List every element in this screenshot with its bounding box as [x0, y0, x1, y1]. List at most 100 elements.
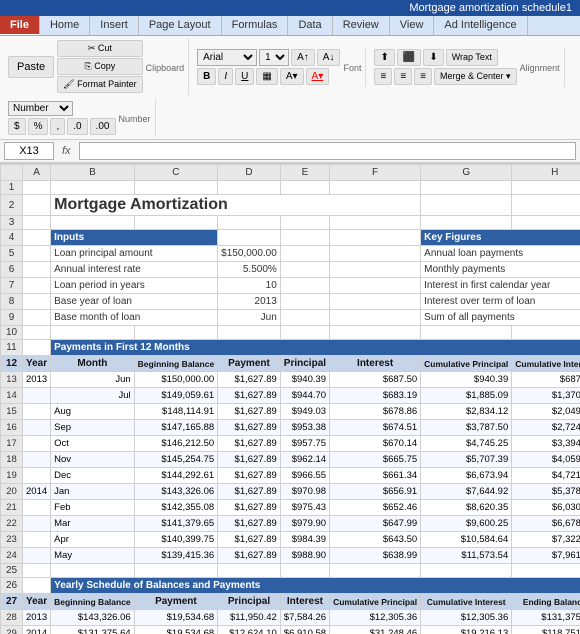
payment-row-5: 18 Nov $145,254.75 $1,627.89 $962.14 $66…	[1, 452, 580, 468]
row-num-15: 15	[1, 404, 23, 420]
yh-end-balance: Ending Balance	[512, 594, 580, 610]
col-header-c[interactable]: C	[134, 165, 218, 181]
col-header-e[interactable]: E	[280, 165, 329, 181]
input-label-1[interactable]: Annual interest rate	[51, 262, 218, 278]
align-center-button[interactable]: ≡	[394, 68, 412, 85]
tab-page-layout[interactable]: Page Layout	[139, 16, 222, 35]
spreadsheet: A B C D E F G H I J 1 2 Mortgage A	[0, 164, 580, 634]
decrease-font-button[interactable]: A↓	[317, 49, 341, 66]
payment-row-8: 21 Feb $142,355.08 $1,627.89 $975.43 $65…	[1, 500, 580, 516]
yearly-section-header: Yearly Schedule of Balances and Payments	[51, 578, 580, 594]
row-num-11: 11	[1, 340, 23, 356]
tab-formulas[interactable]: Formulas	[222, 16, 289, 35]
tab-review[interactable]: Review	[333, 16, 390, 35]
increase-font-button[interactable]: A↑	[291, 49, 315, 66]
col-header-g[interactable]: G	[421, 165, 512, 181]
tab-insert[interactable]: Insert	[90, 16, 139, 35]
row-num-5: 5	[1, 246, 23, 262]
input-label-0[interactable]: Loan principal amount	[51, 246, 218, 262]
number-label: Number	[119, 114, 151, 124]
toolbar: Mortgage amortization schedule1 File Hom…	[0, 0, 580, 164]
row-num-17: 17	[1, 436, 23, 452]
row-num-9: 9	[1, 310, 23, 326]
input-value-1[interactable]: 5.500%	[218, 262, 281, 278]
align-middle-button[interactable]: ⬛	[397, 49, 421, 66]
row-6: 6 Annual interest rate 5.500% Monthly pa…	[1, 262, 580, 278]
font-color-button[interactable]: A▾	[306, 68, 330, 85]
payment-row-9: 22 Mar $141,379.65 $1,627.89 $979.90 $64…	[1, 516, 580, 532]
row-25: 25	[1, 564, 580, 578]
align-left-button[interactable]: ≡	[374, 68, 392, 85]
align-top-button[interactable]: ⬆	[374, 49, 394, 66]
row-num-25: 25	[1, 564, 23, 578]
kf-label-1: Monthly payments	[421, 262, 580, 278]
font-select[interactable]: Arial	[197, 49, 257, 66]
tab-view[interactable]: View	[390, 16, 435, 35]
tab-ad-intelligence[interactable]: Ad Intelligence	[434, 16, 527, 35]
kf-label-0: Annual loan payments	[421, 246, 580, 262]
input-label-2[interactable]: Loan period in years	[51, 278, 218, 294]
input-value-4[interactable]: Jun	[218, 310, 281, 326]
cell-reference-input[interactable]	[4, 142, 54, 160]
paste-button[interactable]: Paste	[8, 56, 54, 78]
ribbon-tabs: File Home Insert Page Layout Formulas Da…	[0, 16, 580, 36]
increase-decimal-button[interactable]: .0	[67, 118, 87, 135]
col-header-h[interactable]: H	[512, 165, 580, 181]
merge-center-button[interactable]: Merge & Center ▾	[434, 68, 517, 85]
fill-color-button[interactable]: A▾	[280, 68, 304, 85]
align-right-button[interactable]: ≡	[414, 68, 432, 85]
cut-button[interactable]: ✂ Cut	[57, 40, 142, 57]
ph-beg-balance: Beginning Balance	[134, 356, 218, 372]
row-num-24: 24	[1, 548, 23, 564]
yh-year: Year	[23, 594, 51, 610]
currency-button[interactable]: $	[8, 118, 26, 135]
bold-button[interactable]: B	[197, 68, 216, 85]
col-header-d[interactable]: D	[218, 165, 281, 181]
wrap-text-button[interactable]: Wrap Text	[446, 49, 498, 66]
col-header-b[interactable]: B	[51, 165, 135, 181]
number-format-select[interactable]: Number	[8, 101, 73, 116]
alignment-group: ⬆ ⬛ ⬇ Wrap Text ≡ ≡ ≡ Merge & Center ▾ A…	[370, 47, 564, 87]
copy-button[interactable]: ⎘ Copy	[57, 58, 142, 75]
clipboard-group: Paste ✂ Cut ⎘ Copy 🖌 Format Painter Clip…	[4, 38, 189, 95]
percent-button[interactable]: %	[28, 118, 49, 135]
ph-cum-interest: Cumulative Interest	[512, 356, 580, 372]
tab-data[interactable]: Data	[288, 16, 332, 35]
input-value-2[interactable]: 10	[218, 278, 281, 294]
input-label-3[interactable]: Base year of loan	[51, 294, 218, 310]
border-button[interactable]: ▦	[256, 68, 277, 85]
font-size-select[interactable]: 10	[259, 49, 289, 66]
row-num-8: 8	[1, 294, 23, 310]
input-value-3[interactable]: 2013	[218, 294, 281, 310]
yh-cum-principal: Cumulative Principal	[330, 594, 421, 610]
align-bottom-button[interactable]: ⬇	[423, 49, 443, 66]
decrease-decimal-button[interactable]: .00	[90, 118, 116, 135]
row-num-10: 10	[1, 326, 23, 340]
ribbon-body: Paste ✂ Cut ⎘ Copy 🖌 Format Painter Clip…	[0, 36, 580, 140]
row-26-yearly: 26 Yearly Schedule of Balances and Payme…	[1, 578, 580, 594]
row-num-20: 20	[1, 484, 23, 500]
underline-button[interactable]: U	[235, 68, 254, 85]
row-9: 9 Base month of loan Jun Sum of all paym…	[1, 310, 580, 326]
col-header-f[interactable]: F	[330, 165, 421, 181]
comma-button[interactable]: ,	[50, 118, 65, 135]
yh-interest: Interest	[280, 594, 329, 610]
payment-row-4: 17 Oct $146,212.50 $1,627.89 $957.75 $67…	[1, 436, 580, 452]
input-label-4[interactable]: Base month of loan	[51, 310, 218, 326]
format-painter-button[interactable]: 🖌 Format Painter	[57, 76, 142, 93]
row-8: 8 Base year of loan 2013 Interest over t…	[1, 294, 580, 310]
ph-interest: Interest	[330, 356, 421, 372]
tab-file[interactable]: File	[0, 16, 40, 35]
tab-home[interactable]: Home	[40, 16, 90, 35]
formula-input[interactable]	[79, 142, 576, 160]
row-num-3: 3	[1, 216, 23, 230]
row-num-18: 18	[1, 452, 23, 468]
yearly-row-1: 29 2014 $131,375.64 $19,534.68 $12,624.1…	[1, 626, 580, 634]
row-num-2: 2	[1, 195, 23, 216]
input-value-0[interactable]: $150,000.00	[218, 246, 281, 262]
col-header-a[interactable]: A	[23, 165, 51, 181]
formula-bar: fx	[0, 140, 580, 163]
inputs-header: Inputs	[51, 230, 218, 246]
italic-button[interactable]: I	[218, 68, 233, 85]
row-num-6: 6	[1, 262, 23, 278]
